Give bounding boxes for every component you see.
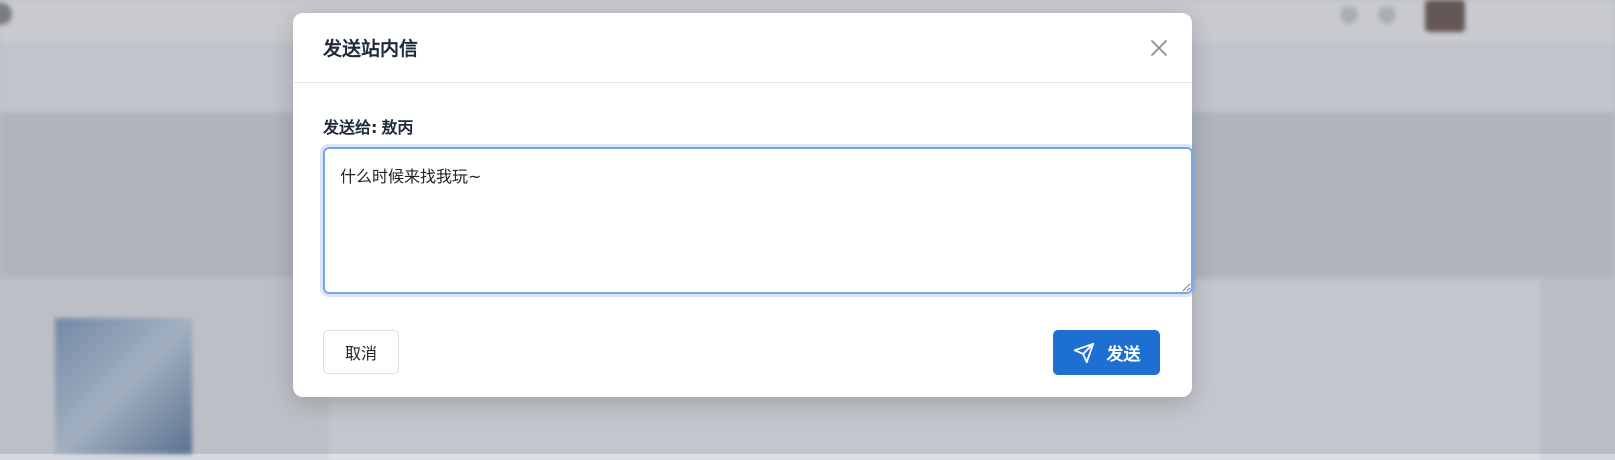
recipient-name: 敖丙 — [381, 118, 414, 137]
cancel-button[interactable]: 取消 — [323, 330, 399, 374]
message-textarea[interactable] — [325, 149, 1191, 292]
recipient-label: 发送给: — [323, 118, 378, 137]
send-label: 发送 — [1106, 345, 1141, 365]
dialog-header: 发送站内信 — [293, 13, 1192, 83]
message-field-wrapper — [323, 147, 1193, 294]
send-button[interactable]: 发送 — [1053, 330, 1160, 375]
dialog-title: 发送站内信 — [323, 38, 419, 60]
close-button[interactable] — [1148, 37, 1170, 59]
send-message-dialog: 发送站内信 发送给:敖丙 取消 发送 — [293, 13, 1193, 397]
paper-plane-icon — [1073, 342, 1094, 363]
recipient-line: 发送给: 敖丙 — [323, 114, 413, 138]
close-icon — [1151, 40, 1167, 56]
